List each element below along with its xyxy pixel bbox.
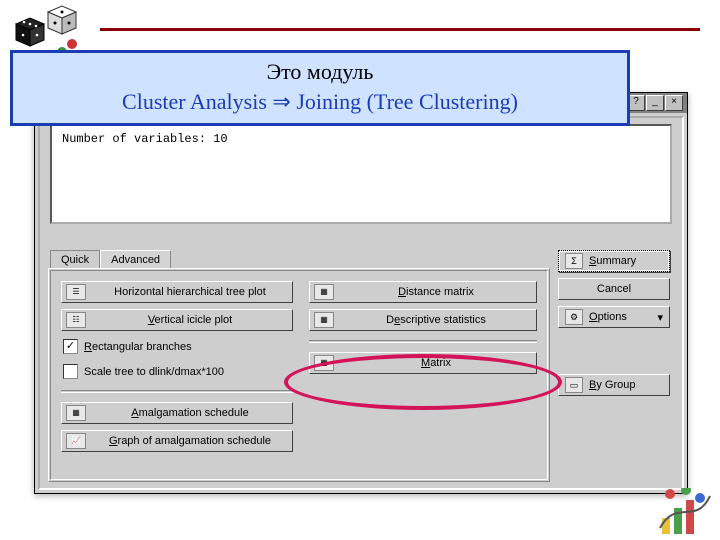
grid-icon: ▦ xyxy=(66,405,86,421)
annotation-box: Это модуль Cluster Analysis ⇒ Joining (T… xyxy=(10,50,630,126)
separator xyxy=(61,390,293,393)
summary-label: Summary xyxy=(589,255,636,267)
options-label: Options xyxy=(589,311,627,323)
rect-branches-check[interactable]: ✓ Rectangular branches xyxy=(61,337,293,356)
tab-quick[interactable]: Quick xyxy=(50,250,100,268)
minimize-button[interactable]: _ xyxy=(646,95,664,111)
separator xyxy=(309,340,537,343)
options-button[interactable]: ⚙ Options ▾ xyxy=(558,306,670,328)
cancel-label: Cancel xyxy=(597,283,631,295)
scale-tree-check[interactable]: Scale tree to dlink/dmax*100 xyxy=(61,362,293,381)
tab-panel: ☰ Horizontal hierarchical tree plot ☷ VV… xyxy=(48,268,550,482)
tab-advanced[interactable]: Advanced xyxy=(100,250,171,268)
distance-matrix-button[interactable]: ▦ Distance matrix xyxy=(309,281,537,303)
corner-chart-decor xyxy=(656,488,716,538)
grid-icon: ▦ xyxy=(314,312,334,328)
scale-tree-label: Scale tree to dlink/dmax*100 xyxy=(84,366,224,378)
horiz-tree-plot-button[interactable]: ☰ Horizontal hierarchical tree plot xyxy=(61,281,293,303)
amalg-schedule-label: Amalgamation schedule xyxy=(92,407,288,419)
rect-branches-label: Rectangular branches xyxy=(84,341,192,353)
graph-amalg-label: Graph of amalgamation schedule xyxy=(92,435,288,447)
annotation-line1: Это модуль xyxy=(13,59,627,85)
vert-icicle-plot-label: VVertical icicle plotertical icicle plot xyxy=(92,314,288,326)
save-grid-icon: ▦ xyxy=(314,355,334,371)
options-icon: ⚙ xyxy=(565,309,583,325)
icicle-plot-icon: ☷ xyxy=(66,312,86,328)
by-group-label: By Group xyxy=(589,379,635,391)
descriptive-stats-button[interactable]: ▦ Descriptive statistics xyxy=(309,309,537,331)
header-rule xyxy=(100,28,700,31)
amalg-schedule-button[interactable]: ▦ Amalgamation schedule xyxy=(61,402,293,424)
horiz-tree-plot-label: Horizontal hierarchical tree plot xyxy=(92,286,288,298)
checkbox-icon xyxy=(63,364,78,379)
by-group-button[interactable]: ▭ By Group xyxy=(558,374,670,396)
grid-icon: ▦ xyxy=(314,284,334,300)
tab-strip: Quick Advanced xyxy=(50,250,171,268)
group-icon: ▭ xyxy=(565,377,583,393)
vert-icicle-plot-button[interactable]: ☷ VVertical icicle plotertical icicle pl… xyxy=(61,309,293,331)
line-chart-icon: 📈 xyxy=(66,433,86,449)
descriptive-stats-label: Descriptive statistics xyxy=(340,314,532,326)
summary-icon: Σ xyxy=(565,253,583,269)
chevron-down-icon: ▾ xyxy=(657,311,663,324)
matrix-label: Matrix xyxy=(340,357,532,369)
cancel-button[interactable]: Cancel xyxy=(558,278,670,300)
annotation-line2: Cluster Analysis ⇒ Joining (Tree Cluster… xyxy=(13,89,627,115)
summary-button[interactable]: Σ Summary xyxy=(558,250,670,272)
distance-matrix-label: Distance matrix xyxy=(340,286,532,298)
dice-decor xyxy=(6,2,86,57)
dialog-window: ▦ Joining Results: All data ? _ × Number… xyxy=(34,92,688,494)
matrix-button[interactable]: ▦ Matrix xyxy=(309,352,537,374)
close-button[interactable]: × xyxy=(665,95,683,111)
checkbox-icon: ✓ xyxy=(63,339,78,354)
graph-amalg-button[interactable]: 📈 Graph of amalgamation schedule xyxy=(61,430,293,452)
tree-plot-icon: ☰ xyxy=(66,284,86,300)
window-client-area: Number of variables: 10 Quick Advanced ☰… xyxy=(38,116,684,490)
results-info: Number of variables: 10 xyxy=(50,124,672,224)
info-line: Number of variables: 10 xyxy=(62,132,660,146)
